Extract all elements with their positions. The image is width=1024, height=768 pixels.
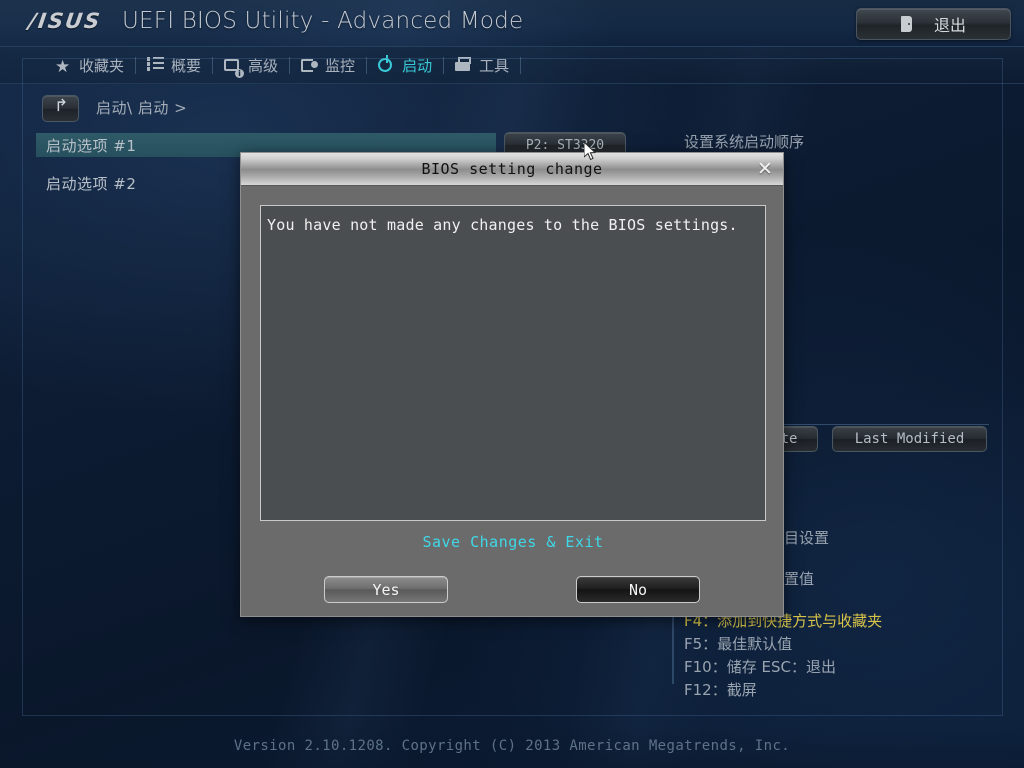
nav-item-main[interactable]: 概要: [136, 47, 212, 83]
nav-label-tool: 工具: [479, 56, 510, 75]
exit-door-icon: [900, 16, 912, 32]
dialog-yes-button[interactable]: Yes: [324, 576, 448, 603]
nav-label-main: 概要: [171, 56, 202, 75]
page-title: UEFI BIOS Utility - Advanced Mode: [122, 8, 524, 34]
list-icon: [147, 56, 165, 74]
main-nav: ★ 收藏夹 概要 高级 监控 启动 工具: [0, 47, 1024, 84]
dialog-message-panel: You have not made any changes to the BIO…: [260, 205, 766, 521]
toolbox-icon: [455, 57, 472, 74]
dialog-title-bar: BIOS setting change ✕: [241, 153, 783, 186]
header-bar: /ISUS UEFI BIOS Utility - Advanced Mode …: [0, 0, 1024, 47]
nav-label-boot: 启动: [402, 56, 433, 75]
exit-button[interactable]: 退出: [856, 8, 1011, 40]
hotkey-f12: F12：截屏: [684, 681, 757, 699]
bios-screen: /ISUS UEFI BIOS Utility - Advanced Mode …: [0, 0, 1024, 768]
dialog-action-label: Save Changes & Exit: [422, 533, 604, 551]
nav-item-monitor[interactable]: 监控: [290, 47, 366, 83]
back-arrow-icon: [54, 103, 68, 115]
nav-item-tool[interactable]: 工具: [444, 47, 520, 83]
advanced-info-icon: [224, 57, 241, 74]
last-modified-button[interactable]: Last Modified: [832, 426, 987, 452]
version-text: Version 2.10.1208. Copyright (C) 2013 Am…: [233, 738, 791, 754]
close-icon[interactable]: ✕: [753, 157, 777, 181]
dialog-no-button[interactable]: No: [576, 576, 700, 603]
nav-label-monitor: 监控: [325, 56, 356, 75]
hotkey-f5: F5：最佳默认值: [684, 635, 793, 653]
help-description: 设置系统启动顺序: [684, 133, 805, 151]
help-line-obscured-2: 置值: [784, 570, 815, 588]
close-icon-glyph: ✕: [757, 157, 773, 180]
bios-setting-change-dialog: BIOS setting change ✕ You have not made …: [240, 152, 784, 617]
hotkey-f10-esc: F10：储存 ESC：退出: [684, 658, 836, 676]
boot-option-value-text-1: P2: ST3320: [525, 137, 605, 153]
nav-item-advanced[interactable]: 高级: [213, 47, 289, 83]
monitor-gauge-icon: [301, 57, 318, 74]
dialog-message: You have not made any changes to the BIO…: [267, 216, 738, 234]
boot-option-label-1: 启动选项 #1: [46, 136, 137, 155]
boot-option-label-2: 启动选项 #2: [46, 174, 137, 193]
exit-button-label: 退出: [933, 16, 966, 35]
star-icon: ★: [55, 56, 71, 77]
nav-label-favorites: 收藏夹: [79, 56, 125, 75]
nav-item-boot[interactable]: 启动: [367, 47, 443, 83]
asus-logo: /ISUS: [26, 9, 104, 33]
hotkey-divider: [672, 612, 674, 684]
power-icon: [378, 57, 395, 74]
breadcrumb: 启动\ 启动 >: [96, 99, 188, 117]
back-button[interactable]: [42, 95, 79, 122]
last-modified-label: Last Modified: [854, 431, 965, 447]
help-line-obscured-1: 目设置: [784, 529, 830, 547]
nav-item-favorites[interactable]: ★ 收藏夹: [44, 47, 135, 83]
footer-bar: Version 2.10.1208. Copyright (C) 2013 Am…: [0, 724, 1024, 768]
nav-separator: [520, 56, 522, 74]
dialog-title: BIOS setting change: [421, 160, 603, 178]
nav-label-advanced: 高级: [248, 56, 279, 75]
